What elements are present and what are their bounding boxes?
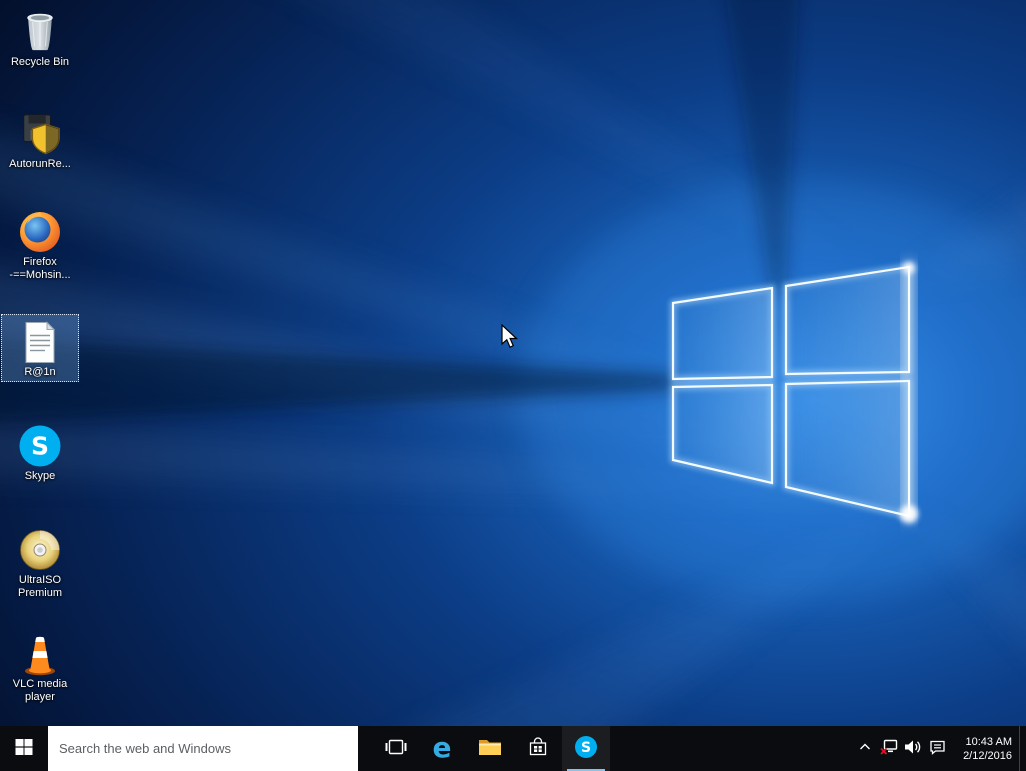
task-view-button[interactable] xyxy=(374,726,418,771)
taskbar-search-box[interactable] xyxy=(48,726,358,771)
icon-label-line2: Premium xyxy=(17,587,62,599)
skype-letter: S xyxy=(581,740,591,756)
clock-date: 2/12/2016 xyxy=(963,749,1012,762)
firefox-icon xyxy=(18,206,62,254)
vlc-cone-icon xyxy=(18,628,62,676)
desktop-icon-column: Recycle Bin AutorunRe... Firefox -==Mohs… xyxy=(0,0,84,726)
tray-show-hidden-icons-button[interactable] xyxy=(853,726,877,771)
taskbar-empty-area[interactable] xyxy=(610,726,853,771)
skype-taskbar-button[interactable]: S xyxy=(562,726,610,771)
desktop-icon-r-at-1n[interactable]: R@1n xyxy=(1,314,79,382)
desktop-icon-firefox[interactable]: Firefox -==Mohsin... xyxy=(1,204,79,285)
icon-label-line2: player xyxy=(25,691,55,703)
file-explorer-button[interactable] xyxy=(466,726,514,771)
icon-label: VLC media xyxy=(12,678,68,690)
taskbar: e xyxy=(0,726,1026,771)
icon-label-line2: -==Mohsin... xyxy=(9,269,71,281)
icon-label: Skype xyxy=(24,470,56,482)
desktop-icon-recycle-bin[interactable]: Recycle Bin xyxy=(1,4,79,72)
search-input[interactable] xyxy=(48,726,358,771)
action-center-button[interactable] xyxy=(925,726,949,771)
icon-label: Firefox xyxy=(23,256,57,268)
wallpaper-image xyxy=(0,0,1026,771)
ultraiso-cd-icon xyxy=(18,524,62,572)
icon-label: UltraISO xyxy=(18,574,62,586)
task-view-icon xyxy=(385,737,407,760)
network-disconnected-icon xyxy=(880,739,898,758)
chevron-up-icon xyxy=(858,740,872,757)
windows-store-icon xyxy=(528,737,548,760)
desktop-icon-ultraiso[interactable]: UltraISO Premium xyxy=(1,522,79,603)
network-status-button[interactable] xyxy=(877,726,901,771)
icon-label: AutorunRe... xyxy=(9,158,71,170)
start-button[interactable] xyxy=(0,726,48,771)
edge-browser-button[interactable]: e xyxy=(418,726,466,771)
show-desktop-button[interactable] xyxy=(1019,726,1026,771)
taskbar-clock[interactable]: 10:43 AM 2/12/2016 xyxy=(949,726,1019,771)
skype-icon: S xyxy=(574,735,598,762)
windows-logo-icon xyxy=(15,738,33,759)
action-center-icon xyxy=(929,739,946,758)
windows-store-button[interactable] xyxy=(514,726,562,771)
clock-time: 10:43 AM xyxy=(965,735,1012,748)
volume-icon xyxy=(904,739,922,758)
skype-letter: S xyxy=(31,432,49,461)
edge-browser-icon: e xyxy=(428,731,456,764)
skype-icon: S xyxy=(18,420,62,468)
icon-label: R@1n xyxy=(24,366,56,378)
file-explorer-icon xyxy=(478,737,502,760)
recycle-bin-icon xyxy=(20,6,60,54)
desktop[interactable]: Recycle Bin AutorunRe... Firefox -==Mohs… xyxy=(0,0,1026,771)
text-document-icon xyxy=(23,316,57,364)
desktop-icon-autorun-remover[interactable]: AutorunRe... xyxy=(1,106,79,174)
desktop-icon-vlc[interactable]: VLC media player xyxy=(1,626,79,707)
desktop-icon-skype[interactable]: S Skype xyxy=(1,418,79,486)
edge-letter: e xyxy=(433,733,452,761)
volume-button[interactable] xyxy=(901,726,925,771)
icon-label: Recycle Bin xyxy=(10,56,70,68)
autorun-remover-icon xyxy=(19,108,61,156)
